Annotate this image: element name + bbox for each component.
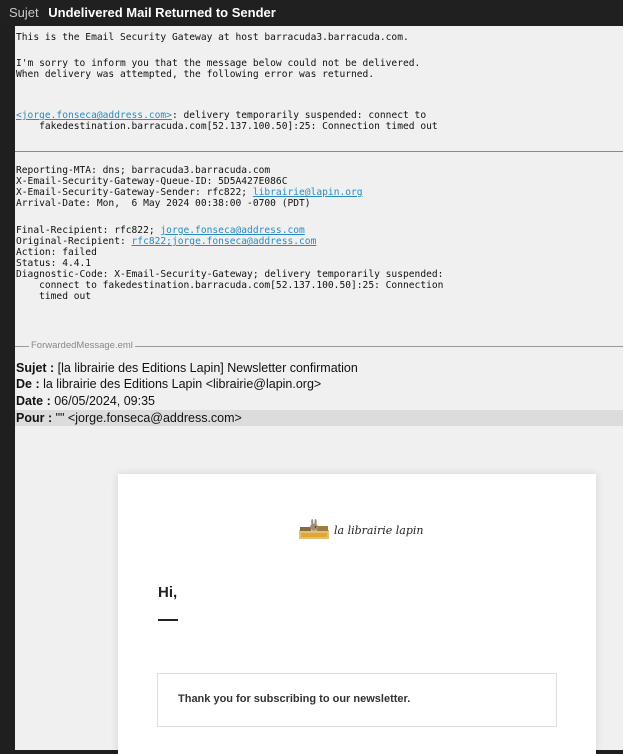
subscription-message: Thank you for subscribing to our newslet… bbox=[178, 693, 411, 705]
gateway-sender: X-Email-Security-Gateway-Sender: rfc822;… bbox=[16, 187, 363, 198]
status-line: Status: 4.4.1 bbox=[16, 258, 92, 269]
rabbit-books-icon bbox=[299, 519, 329, 539]
fwd-from: la librairie des Editions Lapin <librair… bbox=[39, 377, 322, 391]
fwd-from-label: De : bbox=[16, 377, 40, 391]
reporting-mta: Reporting-MTA: dns; barracuda3.barracuda… bbox=[16, 165, 271, 176]
message-header: Sujet Undelivered Mail Returned to Sende… bbox=[0, 0, 623, 26]
original-recipient-link[interactable]: rfc822;jorge.fonseca@address.com bbox=[132, 236, 317, 247]
forwarded-separator: ForwardedMessage.eml bbox=[15, 340, 623, 352]
divider bbox=[15, 151, 623, 152]
error-recipient-link[interactable]: <jorge.fonseca@address.com> bbox=[16, 110, 172, 121]
action-line: Action: failed bbox=[16, 247, 97, 258]
greeting: Hi, bbox=[158, 584, 178, 601]
final-recipient-link[interactable]: jorge.fonseca@address.com bbox=[160, 225, 304, 236]
fwd-subject-row: Sujet : [la librairie des Editions Lapin… bbox=[16, 360, 358, 376]
error-line: <jorge.fonseca@address.com>: delivery te… bbox=[16, 110, 426, 121]
subject-label: Sujet bbox=[9, 5, 39, 20]
diagnostic-line-1: Diagnostic-Code: X-Email-Security-Gatewa… bbox=[16, 269, 444, 280]
fwd-date: 06/05/2024, 09:35 bbox=[50, 394, 155, 408]
queue-id: X-Email-Security-Gateway-Queue-ID: 5D5A4… bbox=[16, 176, 288, 187]
separator-line-right bbox=[135, 346, 623, 347]
original-prefix: Original-Recipient: bbox=[16, 236, 132, 247]
logo-text: la librairie lapin bbox=[334, 523, 424, 537]
diagnostic-line-2: connect to fakedestination.barracuda.com… bbox=[16, 280, 444, 291]
subject-text: Undelivered Mail Returned to Sender bbox=[48, 5, 276, 20]
greeting-underline bbox=[158, 619, 178, 621]
fwd-to-label: Pour : bbox=[16, 411, 53, 425]
fwd-to-row: Pour : "" <jorge.fonseca@address.com> bbox=[16, 410, 242, 426]
forwarded-attachment-label[interactable]: ForwardedMessage.eml bbox=[29, 340, 135, 352]
separator-line-left bbox=[15, 346, 29, 347]
fwd-from-row: De : la librairie des Editions Lapin <li… bbox=[16, 376, 321, 392]
subscription-message-box: Thank you for subscribing to our newslet… bbox=[157, 673, 557, 727]
fwd-to: "" <jorge.fonseca@address.com> bbox=[52, 411, 242, 425]
arrival-date: Arrival-Date: Mon, 6 May 2024 00:38:00 -… bbox=[16, 198, 311, 209]
diagnostic-line-3: timed out bbox=[16, 291, 92, 302]
original-recipient: Original-Recipient: rfc822;jorge.fonseca… bbox=[16, 236, 316, 247]
brand-logo: la librairie lapin bbox=[298, 516, 424, 544]
error-line-2: fakedestination.barracuda.com[52.137.100… bbox=[16, 121, 438, 132]
fwd-date-label: Date : bbox=[16, 394, 51, 408]
sender-link[interactable]: librairie@lapin.org bbox=[253, 187, 363, 198]
fwd-date-row: Date : 06/05/2024, 09:35 bbox=[16, 393, 155, 409]
left-gutter bbox=[0, 26, 15, 750]
intro-line-3: When delivery was attempted, the followi… bbox=[16, 69, 375, 80]
final-recipient: Final-Recipient: rfc822; jorge.fonseca@a… bbox=[16, 225, 305, 236]
final-prefix: Final-Recipient: rfc822; bbox=[16, 225, 161, 236]
message-body: This is the Email Security Gateway at ho… bbox=[15, 26, 623, 754]
intro-line-1: This is the Email Security Gateway at ho… bbox=[16, 32, 409, 43]
sender-prefix: X-Email-Security-Gateway-Sender: rfc822; bbox=[16, 187, 253, 198]
intro-line-2: I'm sorry to inform you that the message… bbox=[16, 58, 421, 69]
newsletter-card: la librairie lapin Hi, Thank you for sub… bbox=[118, 474, 596, 754]
error-message: : delivery temporarily suspended: connec… bbox=[171, 110, 427, 121]
fwd-subject-label: Sujet : bbox=[16, 361, 55, 375]
fwd-subject: [la librairie des Editions Lapin] Newsle… bbox=[54, 361, 358, 375]
